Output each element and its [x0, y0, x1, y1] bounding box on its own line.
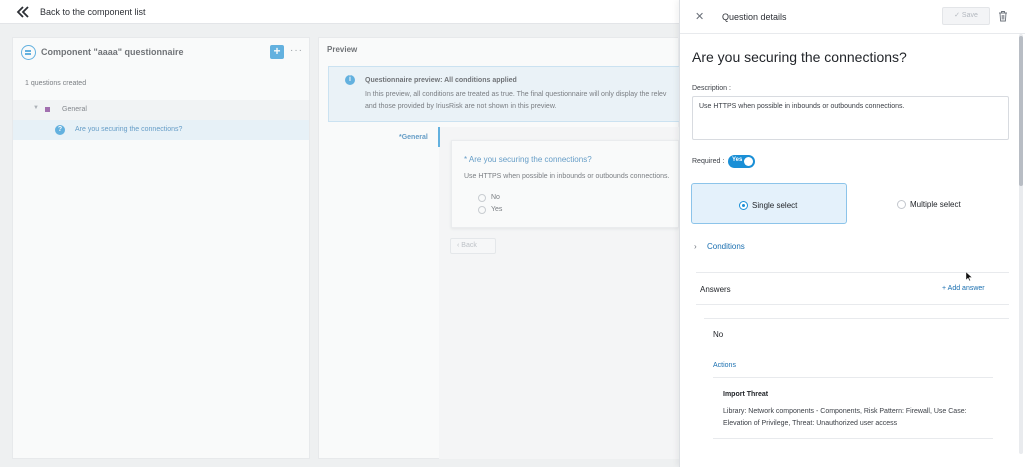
info-icon: i	[345, 75, 355, 85]
answers-label: Answers	[700, 285, 731, 294]
trash-icon[interactable]	[998, 10, 1008, 22]
action-description: Library: Network components - Components…	[723, 406, 967, 430]
option-label: Yes	[491, 206, 503, 213]
drawer-title: Question details	[722, 12, 787, 22]
required-toggle[interactable]: Yes	[728, 155, 755, 168]
preview-panel: Preview i Questionnaire preview: All con…	[318, 37, 680, 459]
back-button[interactable]: ‹ Back	[450, 238, 496, 254]
single-select-label: Single select	[752, 201, 798, 210]
actions-label[interactable]: Actions	[713, 362, 736, 369]
radio-no[interactable]	[478, 194, 486, 202]
conditions-toggle[interactable]: Conditions	[707, 242, 745, 251]
required-label: Required :	[692, 158, 725, 165]
close-icon[interactable]: ✕	[695, 10, 704, 23]
info-title: Questionnaire preview: All conditions ap…	[365, 77, 517, 84]
answer-card: No Actions Import Threat Library: Networ…	[704, 318, 1009, 458]
questions-count: 1 questions created	[25, 80, 87, 87]
tab-general[interactable]: *General	[399, 134, 428, 141]
tree-item-question[interactable]: ? Are you securing the connections?	[13, 120, 309, 140]
add-question-button[interactable]: +	[270, 45, 284, 59]
group-label: General	[62, 106, 87, 113]
description-label: Description :	[692, 85, 731, 92]
save-button[interactable]: ✓ Save	[942, 7, 990, 25]
question-icon: ?	[55, 125, 65, 135]
question-preview-card: * Are you securing the connections? Use …	[451, 140, 679, 228]
tree-item-label: Are you securing the connections?	[75, 126, 183, 133]
action-title: Import Threat	[723, 391, 769, 398]
divider	[713, 377, 993, 378]
group-marker-icon	[45, 107, 50, 112]
component-icon	[21, 45, 36, 60]
multiple-select-label: Multiple select	[910, 200, 961, 209]
tree-group-general[interactable]: ▼ General	[13, 100, 309, 120]
back-to-component-list-link[interactable]: Back to the component list	[40, 7, 146, 17]
radio-unselected-icon	[897, 200, 906, 209]
preview-title: Preview	[327, 45, 358, 54]
description-field[interactable]: Use HTTPS when possible in inbounds or o…	[692, 96, 1009, 140]
action-description-line: Library: Network components - Components…	[723, 408, 967, 415]
double-chevron-left-icon[interactable]	[16, 5, 30, 19]
option-label: No	[491, 194, 500, 201]
preview-info-banner: i Questionnaire preview: All conditions …	[328, 66, 680, 122]
info-text: and those provided by IriusRisk are not …	[365, 103, 557, 110]
questionnaire-tree-panel: Component "aaaa" questionnaire + ··· 1 q…	[12, 37, 310, 459]
mouse-cursor-icon	[966, 272, 972, 281]
answer-name[interactable]: No	[713, 330, 723, 339]
add-answer-button[interactable]: + Add answer	[942, 285, 985, 292]
question-preview-title: * Are you securing the connections?	[464, 155, 592, 164]
divider	[696, 304, 1009, 305]
chevron-right-icon[interactable]: ›	[694, 242, 697, 251]
divider	[696, 272, 1009, 273]
info-text: In this preview, all conditions are trea…	[365, 91, 667, 98]
action-description-line: Elevation of Privilege, Threat: Unauthor…	[723, 420, 898, 427]
radio-selected-icon	[739, 201, 748, 210]
question-heading[interactable]: Are you securing the connections?	[692, 49, 907, 65]
multiple-select-option[interactable]: Multiple select	[847, 183, 1009, 224]
divider	[680, 33, 1025, 34]
single-select-option[interactable]: Single select	[691, 183, 847, 224]
toggle-knob	[744, 157, 753, 166]
radio-yes[interactable]	[478, 206, 486, 214]
more-options-button[interactable]: ···	[290, 45, 303, 56]
divider	[713, 438, 993, 439]
question-preview-description: Use HTTPS when possible in inbounds or o…	[464, 173, 670, 180]
toggle-text: Yes	[732, 157, 743, 163]
question-details-drawer: ✕ Question details ✓ Save Are you securi…	[679, 0, 1025, 467]
active-tab-indicator	[438, 127, 440, 147]
caret-down-icon[interactable]: ▼	[33, 105, 39, 111]
scrollbar-thumb[interactable]	[1019, 36, 1023, 186]
questionnaire-title: Component "aaaa" questionnaire	[41, 47, 184, 57]
